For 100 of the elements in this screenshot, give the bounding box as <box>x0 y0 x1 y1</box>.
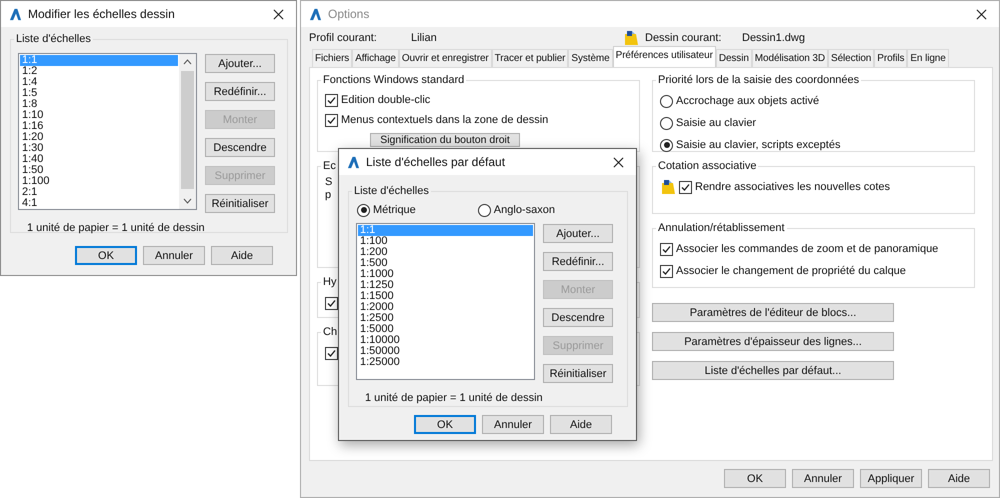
group-title: Hy <box>322 276 338 288</box>
scale-list-item[interactable]: 1:2000 <box>358 302 533 313</box>
scale-list-item[interactable]: 1:50 <box>20 165 178 176</box>
scale-list-item[interactable]: 1:1500 <box>358 291 533 302</box>
drawing-value: Dessin1.dwg <box>742 32 805 44</box>
tab[interactable]: Fichiers <box>312 49 352 67</box>
drawing-file-icon <box>660 179 676 195</box>
right-button-meaning-button[interactable]: Signification du bouton droit <box>370 133 520 147</box>
dialog-button[interactable]: OK <box>414 415 476 434</box>
scale-list-item[interactable]: 1:30 <box>20 143 178 154</box>
checkbox-label: Menus contextuels dans la zone de dessin <box>341 114 548 126</box>
list-action-button[interactable]: Réinitialiser <box>543 364 613 383</box>
scale-list-item[interactable]: 1:100 <box>20 176 178 187</box>
tab[interactable]: Ouvrir et enregistrer <box>398 49 492 67</box>
group-title: Liste d'échelles <box>353 185 430 197</box>
radio-button[interactable] <box>478 204 491 216</box>
tab[interactable]: Affichage <box>352 49 399 67</box>
group-title: Liste d'échelles <box>15 33 92 45</box>
option-text: p <box>325 189 332 202</box>
scale-list-item[interactable]: 1:10 <box>20 110 178 121</box>
scale-list-item[interactable]: 1:10000 <box>358 335 533 346</box>
list-action-button[interactable]: Redéfinir... <box>543 252 613 271</box>
checkbox[interactable] <box>325 94 338 106</box>
tab[interactable]: Modélisation 3D <box>752 49 828 67</box>
dialog-button[interactable]: Appliquer <box>860 469 922 488</box>
window-title: Options <box>328 7 370 21</box>
settings-button[interactable]: Paramètres de l'éditeur de blocs... <box>652 303 894 322</box>
app-logo-icon <box>9 8 22 20</box>
tab[interactable]: Préférences utilisateur <box>612 46 716 67</box>
radio-button[interactable] <box>660 94 673 108</box>
scrollbar[interactable] <box>179 54 196 209</box>
dialog-button[interactable]: Aide <box>211 246 273 265</box>
checkbox[interactable] <box>679 180 692 194</box>
scale-list-item[interactable]: 4:1 <box>20 198 178 209</box>
drawing-file-icon <box>623 30 639 46</box>
scale-list-item[interactable]: 1:40 <box>20 154 178 165</box>
option-text: S <box>325 176 332 189</box>
radio-button[interactable] <box>660 138 673 152</box>
scale-list-item[interactable]: 1:1250 <box>358 280 533 291</box>
radio-label: Saisie au clavier <box>676 117 756 129</box>
checkbox[interactable] <box>325 114 338 126</box>
scale-list-item[interactable]: 1:4 <box>20 77 178 88</box>
scale-list-item[interactable]: 1:8 <box>20 99 178 110</box>
drawing-label: Dessin courant: <box>645 32 722 44</box>
scale-list[interactable]: 1:1 1:2 1:4 1:5 1:8 1:10 1:16 1:20 1:30 1:40 1:50 1:100 2:1 4:1 <box>18 53 197 210</box>
scale-list-item[interactable]: 1:50000 <box>358 346 533 357</box>
tab[interactable]: Tracer et publier <box>492 49 568 67</box>
tab[interactable]: Système <box>568 49 613 67</box>
list-action-button[interactable]: Ajouter... <box>543 224 613 243</box>
settings-button[interactable]: Paramètres d'épaisseur des lignes... <box>652 332 894 351</box>
list-action-button[interactable]: Réinitialiser <box>205 194 275 213</box>
scale-list-item[interactable]: 1:500 <box>358 258 533 269</box>
close-icon[interactable] <box>613 156 624 168</box>
list-action-button[interactable]: Ajouter... <box>205 54 275 73</box>
dialog-button[interactable]: Aide <box>550 415 612 434</box>
radio-button[interactable] <box>660 116 673 130</box>
scale-list-item[interactable]: 1:16 <box>20 121 178 132</box>
list-action-button[interactable]: Descendre <box>205 138 275 157</box>
checkbox-label: Rendre associatives les nouvelles cotes <box>695 181 890 193</box>
group-title: Ch <box>322 326 338 338</box>
radio-label: Anglo-saxon <box>494 204 555 216</box>
scale-list-item[interactable]: 1:200 <box>358 247 533 258</box>
app-logo-icon <box>309 8 322 20</box>
checkbox[interactable] <box>325 346 338 360</box>
dialog-button[interactable]: OK <box>724 469 786 488</box>
dialog-button[interactable]: Annuler <box>482 415 544 434</box>
group-title: Priorité lors de la saisie des coordonnées <box>657 74 860 86</box>
scale-list-item[interactable]: 1:5000 <box>358 324 533 335</box>
tab[interactable]: Profils <box>874 49 908 67</box>
scale-list-item[interactable]: 1:25000 <box>358 357 533 368</box>
scale-list[interactable]: 1:1 1:100 1:200 1:500 1:1000 1:1250 1:1500 1:2000 1:2500 1:5000 1:10000 1:50000 1:25000 <box>356 223 535 380</box>
close-icon[interactable] <box>976 8 987 20</box>
dialog-button[interactable]: Annuler <box>143 246 205 265</box>
group-title: Fonctions Windows standard <box>322 74 466 86</box>
tab[interactable]: En ligne <box>907 49 949 67</box>
scale-list-item[interactable]: 1:5 <box>20 88 178 99</box>
checkbox[interactable] <box>660 264 673 278</box>
checkbox[interactable] <box>325 296 338 310</box>
app-logo-icon <box>347 156 360 168</box>
radio-label: Saisie au clavier, scripts exceptés <box>676 139 840 151</box>
scale-list-item[interactable]: 1:1000 <box>358 269 533 280</box>
dialog-button[interactable]: Annuler <box>792 469 854 488</box>
close-icon[interactable] <box>273 8 284 20</box>
group-title: Ec <box>322 160 337 172</box>
tab[interactable]: Dessin <box>716 49 752 67</box>
dialog-button[interactable]: OK <box>75 246 137 265</box>
dialog-button[interactable]: Aide <box>928 469 990 488</box>
window-title: Modifier les échelles dessin <box>28 7 176 21</box>
scale-list-item[interactable]: 2:1 <box>20 187 178 198</box>
scale-list-item[interactable]: 1:2 <box>20 66 178 77</box>
scale-list-item[interactable]: 1:20 <box>20 132 178 143</box>
list-action-button[interactable]: Descendre <box>543 308 613 327</box>
tab[interactable]: Sélection <box>828 49 874 67</box>
scale-list-item[interactable]: 1:2500 <box>358 313 533 324</box>
scale-list-item[interactable]: 1:100 <box>358 236 533 247</box>
settings-button[interactable]: Liste d'échelles par défaut... <box>652 361 894 380</box>
checkbox[interactable] <box>660 242 673 256</box>
list-action-button[interactable]: Redéfinir... <box>205 82 275 101</box>
profile-label: Profil courant: <box>309 32 378 44</box>
radio-button[interactable] <box>357 204 370 216</box>
